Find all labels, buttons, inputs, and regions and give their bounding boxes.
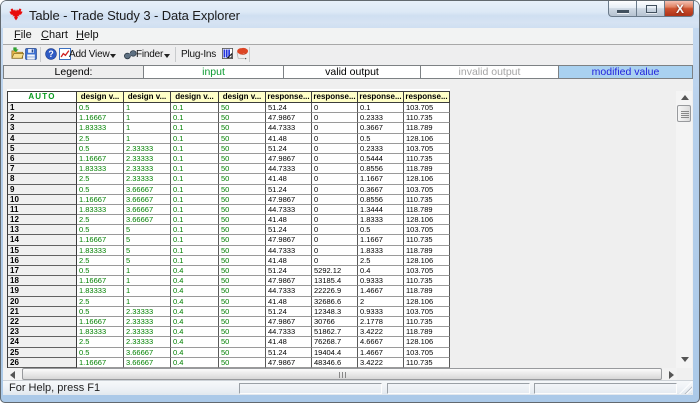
svg-text:?: ? — [48, 49, 53, 59]
